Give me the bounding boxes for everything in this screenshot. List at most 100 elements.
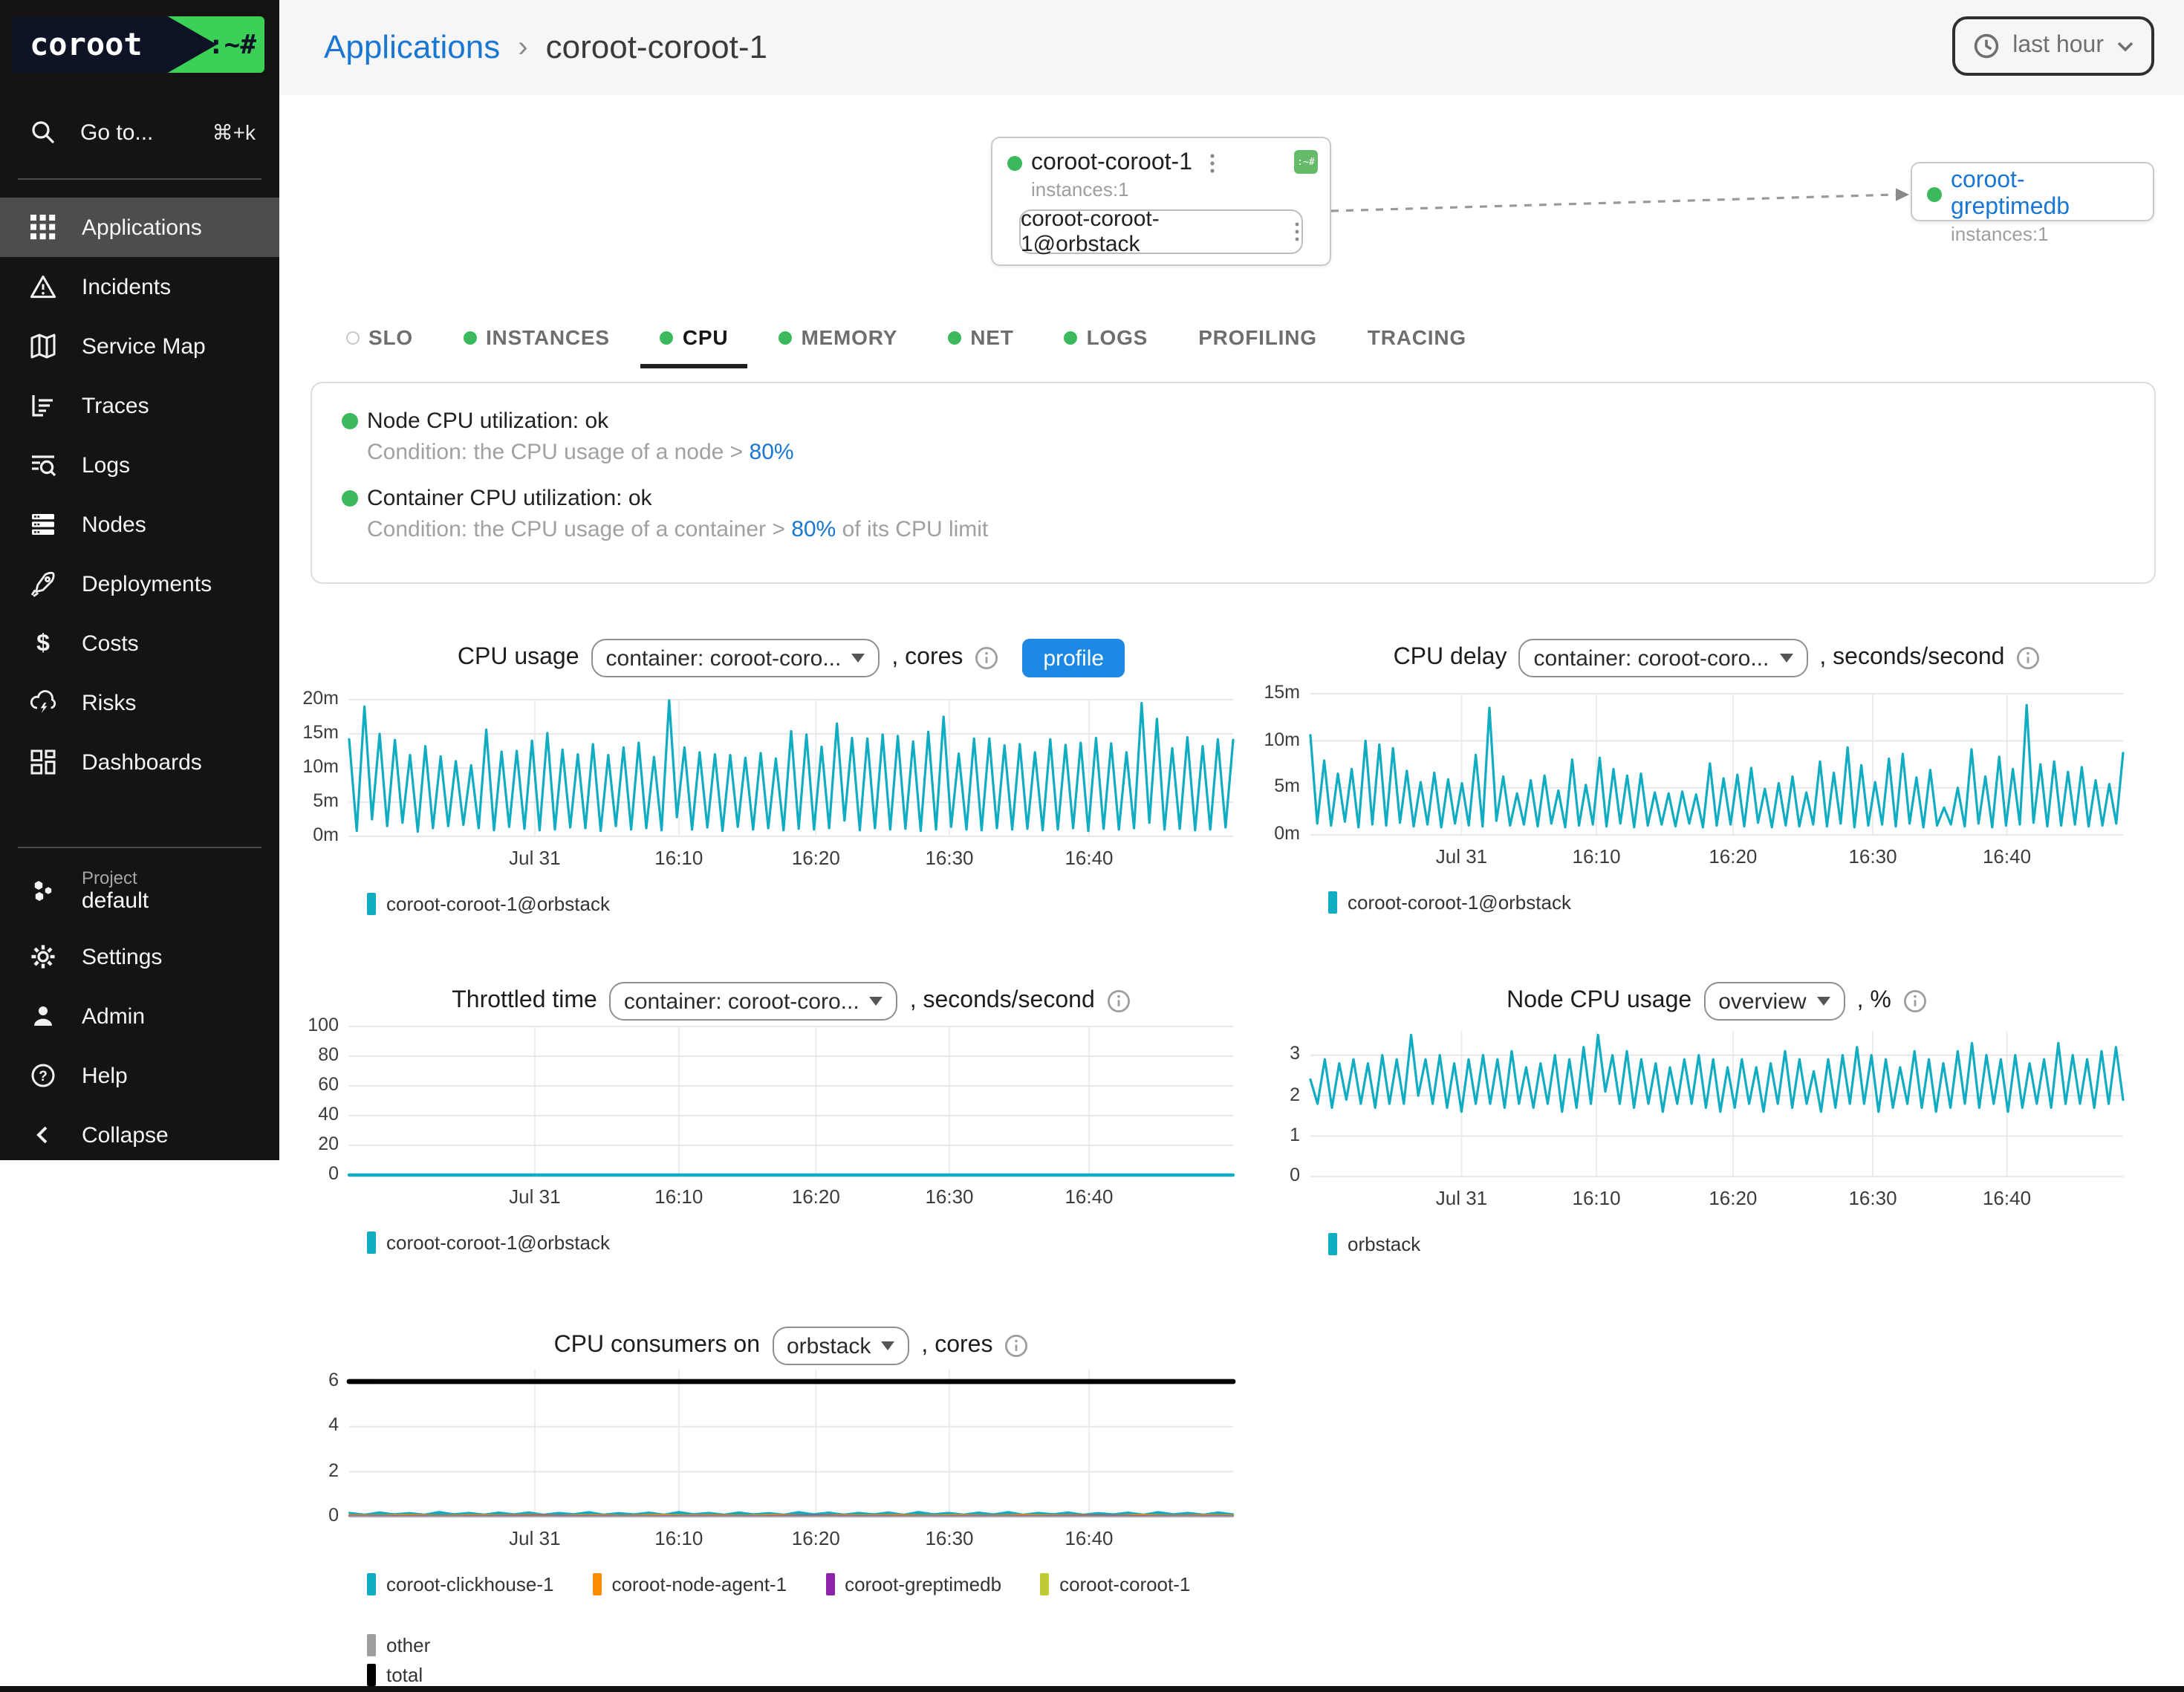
legend-item[interactable]: total	[367, 1664, 423, 1686]
upstream-name-link[interactable]: coroot-greptimedb	[1951, 168, 2138, 221]
sidebar: coroot :~# Go to... ⌘+k Applications	[0, 0, 279, 1160]
caret-down-icon	[881, 1341, 894, 1350]
sidebar-item-risks[interactable]: Risks	[0, 673, 279, 732]
tab-profiling[interactable]: PROFILING	[1179, 315, 1336, 359]
info-icon[interactable]	[1004, 1334, 1028, 1358]
threshold-link[interactable]: 80%	[750, 440, 794, 465]
tab-status-dot	[1065, 331, 1078, 344]
time-range-picker[interactable]: last hour	[1951, 16, 2154, 76]
dashboard-grid-icon	[30, 749, 56, 775]
top-bar: Applications › coroot-coroot-1 last hour	[279, 0, 2184, 95]
plot-area[interactable]	[1310, 694, 2123, 835]
tab-logs[interactable]: LOGS	[1045, 315, 1168, 359]
project-label: Project	[82, 868, 149, 888]
goto-search[interactable]: Go to... ⌘+k	[0, 104, 279, 160]
info-icon[interactable]	[1107, 989, 1131, 1013]
info-icon[interactable]	[1903, 989, 1927, 1013]
sidebar-item-collapse[interactable]: Collapse	[0, 1105, 279, 1165]
sidebar-item-help[interactable]: ? Help	[0, 1046, 279, 1105]
sidebar-item-deployments[interactable]: Deployments	[0, 554, 279, 614]
sidebar-item-costs[interactable]: $ Costs	[0, 614, 279, 673]
legend-item[interactable]: coroot-coroot-1@orbstack	[1328, 891, 1571, 914]
breadcrumb-current: coroot-coroot-1	[546, 28, 767, 67]
legend-item[interactable]: coroot-coroot-1@orbstack	[367, 893, 610, 915]
profile-button[interactable]: profile	[1022, 639, 1125, 677]
tab-cpu[interactable]: CPU	[641, 315, 748, 359]
sidebar-item-traces[interactable]: Traces	[0, 376, 279, 435]
node-select[interactable]: orbstack	[772, 1327, 909, 1365]
check-condition: Condition: the CPU usage of a node > 80%	[367, 440, 2125, 465]
tab-memory[interactable]: MEMORY	[759, 315, 917, 359]
caret-down-icon	[870, 997, 883, 1006]
sidebar-item-label: Traces	[82, 393, 149, 418]
info-icon[interactable]	[2016, 646, 2040, 670]
sidebar-divider	[18, 178, 261, 180]
sidebar-item-label: Incidents	[82, 274, 171, 299]
kebab-menu-icon[interactable]	[1293, 220, 1301, 244]
page: coroot :~# Go to... ⌘+k Applications	[0, 0, 2184, 1692]
legend-item[interactable]: coroot-greptimedb	[825, 1573, 1001, 1595]
tab-status-dot	[464, 331, 477, 344]
instances-count: instances:1	[1031, 178, 1315, 201]
tab-net[interactable]: NET	[929, 315, 1033, 359]
footer-bar	[0, 1686, 2184, 1692]
upstream-card[interactable]: coroot-greptimedb instances:1	[1911, 162, 2154, 221]
sidebar-item-logs[interactable]: Logs	[0, 435, 279, 495]
legend-item[interactable]: coroot-coroot-1@orbstack	[367, 1231, 610, 1254]
sidebar-item-incidents[interactable]: Incidents	[0, 257, 279, 316]
chart-legend: orbstack	[1328, 1233, 2123, 1255]
status-dot	[1927, 187, 1942, 202]
help-circle-icon: ?	[30, 1062, 56, 1089]
instance-item[interactable]: coroot-coroot-1@orbstack	[1019, 209, 1303, 254]
view-select[interactable]: overview	[1703, 982, 1845, 1021]
plot-area[interactable]	[349, 700, 1233, 836]
tab-instances[interactable]: INSTANCES	[444, 315, 629, 359]
check-status-dot	[342, 413, 358, 429]
sidebar-item-dashboards[interactable]: Dashboards	[0, 732, 279, 792]
cpu-checks-panel: Node CPU utilization: ok Condition: the …	[311, 382, 2156, 584]
sidebar-project-switcher[interactable]: Project default	[0, 859, 279, 924]
plot-area[interactable]	[349, 1370, 1233, 1517]
sidebar-item-settings[interactable]: Settings	[0, 927, 279, 986]
sidebar-item-label: Help	[82, 1063, 128, 1088]
legend-item[interactable]: orbstack	[1328, 1233, 1420, 1255]
chart-title: CPU usage container: coroot-coro... , co…	[349, 639, 1233, 677]
tab-slo[interactable]: SLO	[327, 315, 432, 359]
tab-tracing[interactable]: TRACING	[1348, 315, 1486, 359]
container-select[interactable]: container: coroot-coro...	[1519, 639, 1808, 677]
sidebar-item-nodes[interactable]: Nodes	[0, 495, 279, 554]
tab-status-dot	[660, 331, 674, 344]
time-range-value: last hour	[2012, 33, 2104, 59]
threshold-link[interactable]: 80%	[791, 517, 836, 542]
coroot-logo[interactable]: coroot :~#	[12, 16, 264, 73]
caret-down-icon	[1779, 654, 1793, 663]
legend-item[interactable]: coroot-clickhouse-1	[367, 1573, 553, 1595]
project-name: default	[82, 888, 149, 915]
legend-item[interactable]: other	[367, 1634, 430, 1656]
plot-area[interactable]	[349, 1026, 1233, 1175]
coroot-badge: :~#	[1294, 150, 1318, 174]
container-select[interactable]: container: coroot-coro...	[609, 982, 898, 1021]
legend-item[interactable]: coroot-coroot-1	[1040, 1573, 1190, 1595]
breadcrumb-applications-link[interactable]: Applications	[324, 28, 500, 67]
kebab-menu-icon[interactable]	[1207, 150, 1216, 177]
instances-count: instances:1	[1951, 223, 2138, 245]
legend-item[interactable]: coroot-node-agent-1	[592, 1573, 787, 1595]
plot-area[interactable]	[1310, 1031, 2123, 1177]
sidebar-item-applications[interactable]: Applications	[0, 198, 279, 257]
chevron-down-icon	[2117, 41, 2133, 51]
sidebar-item-admin[interactable]: Admin	[0, 986, 279, 1046]
sidebar-footer-nav: Settings Admin ? Help Collapse	[0, 927, 279, 1165]
sidebar-item-label: Risks	[82, 690, 136, 715]
info-icon[interactable]	[975, 646, 998, 670]
breadcrumb-chevron-icon: ›	[518, 30, 527, 65]
status-dot	[1007, 156, 1022, 171]
tab-status-dot	[948, 331, 961, 344]
warning-triangle-icon	[30, 273, 56, 300]
sidebar-item-label: Admin	[82, 1003, 145, 1029]
goto-label: Go to...	[80, 120, 189, 145]
report-tabs: SLO INSTANCES CPU MEMORY NET LOGS PROFIL…	[327, 315, 1486, 359]
container-select[interactable]: container: coroot-coro...	[591, 639, 880, 677]
chart-title: CPU delay container: coroot-coro... , se…	[1310, 639, 2123, 677]
sidebar-item-service-map[interactable]: Service Map	[0, 316, 279, 376]
